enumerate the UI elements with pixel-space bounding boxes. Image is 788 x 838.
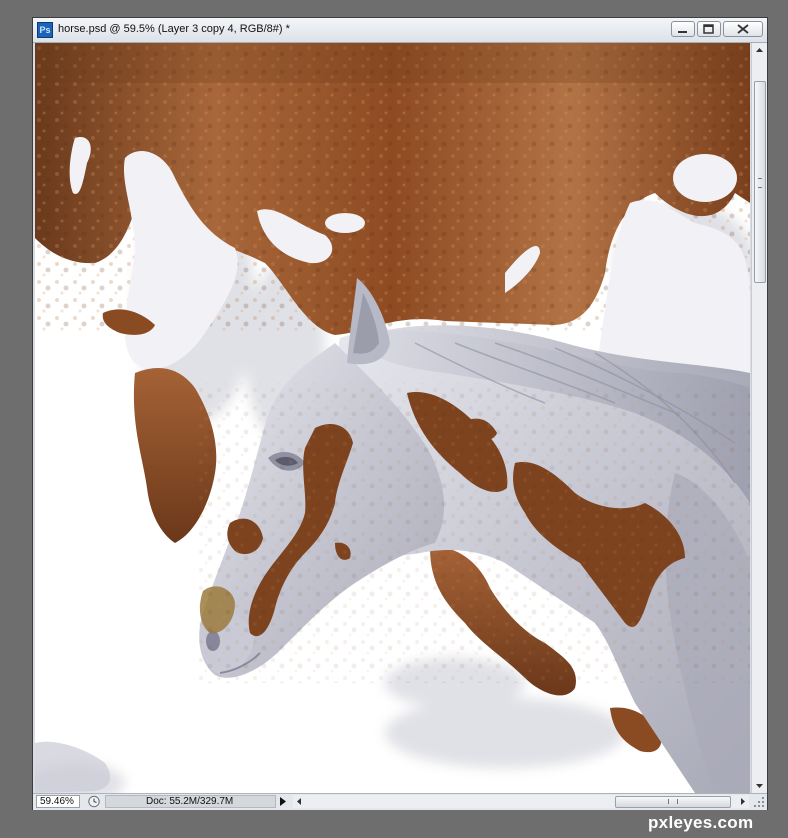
vertical-scroll-thumb[interactable] xyxy=(754,81,766,283)
close-button[interactable] xyxy=(723,21,763,37)
minimize-button[interactable] xyxy=(671,21,695,37)
horse-painting-image xyxy=(35,43,750,793)
scroll-up-arrow-icon[interactable] xyxy=(752,43,767,58)
status-clock-icon[interactable] xyxy=(87,795,101,808)
resize-grip-icon[interactable] xyxy=(753,796,765,808)
zoom-level-field[interactable]: 59.46% xyxy=(36,795,80,808)
restore-icon xyxy=(703,24,714,34)
horizontal-scroll-thumb[interactable] xyxy=(615,796,731,808)
vertical-scrollbar[interactable] xyxy=(751,43,767,793)
watermark: pxleyes.com xyxy=(648,813,754,832)
scroll-right-arrow-icon[interactable] xyxy=(737,795,749,808)
document-size-info: Doc: 55.2M/329.7M xyxy=(105,795,276,808)
document-title: horse.psd @ 59.5% (Layer 3 copy 4, RGB/8… xyxy=(58,23,290,35)
grip-icon xyxy=(758,178,762,188)
scroll-left-arrow-icon[interactable] xyxy=(293,795,305,808)
horizontal-scrollbar[interactable] xyxy=(293,795,749,808)
document-window: Ps horse.psd @ 59.5% (Layer 3 copy 4, RG… xyxy=(32,17,768,810)
restore-button[interactable] xyxy=(697,21,721,37)
title-bar[interactable]: Ps horse.psd @ 59.5% (Layer 3 copy 4, RG… xyxy=(33,18,767,43)
photoshop-icon: Ps xyxy=(37,22,53,38)
close-icon xyxy=(737,24,749,34)
scroll-down-arrow-icon[interactable] xyxy=(752,778,767,793)
status-menu-arrow-icon[interactable] xyxy=(278,796,288,807)
status-bar: 59.46% Doc: 55.2M/329.7M xyxy=(33,793,767,810)
grip-icon xyxy=(668,799,678,804)
minimize-icon xyxy=(678,31,687,33)
document-canvas[interactable] xyxy=(35,43,750,793)
